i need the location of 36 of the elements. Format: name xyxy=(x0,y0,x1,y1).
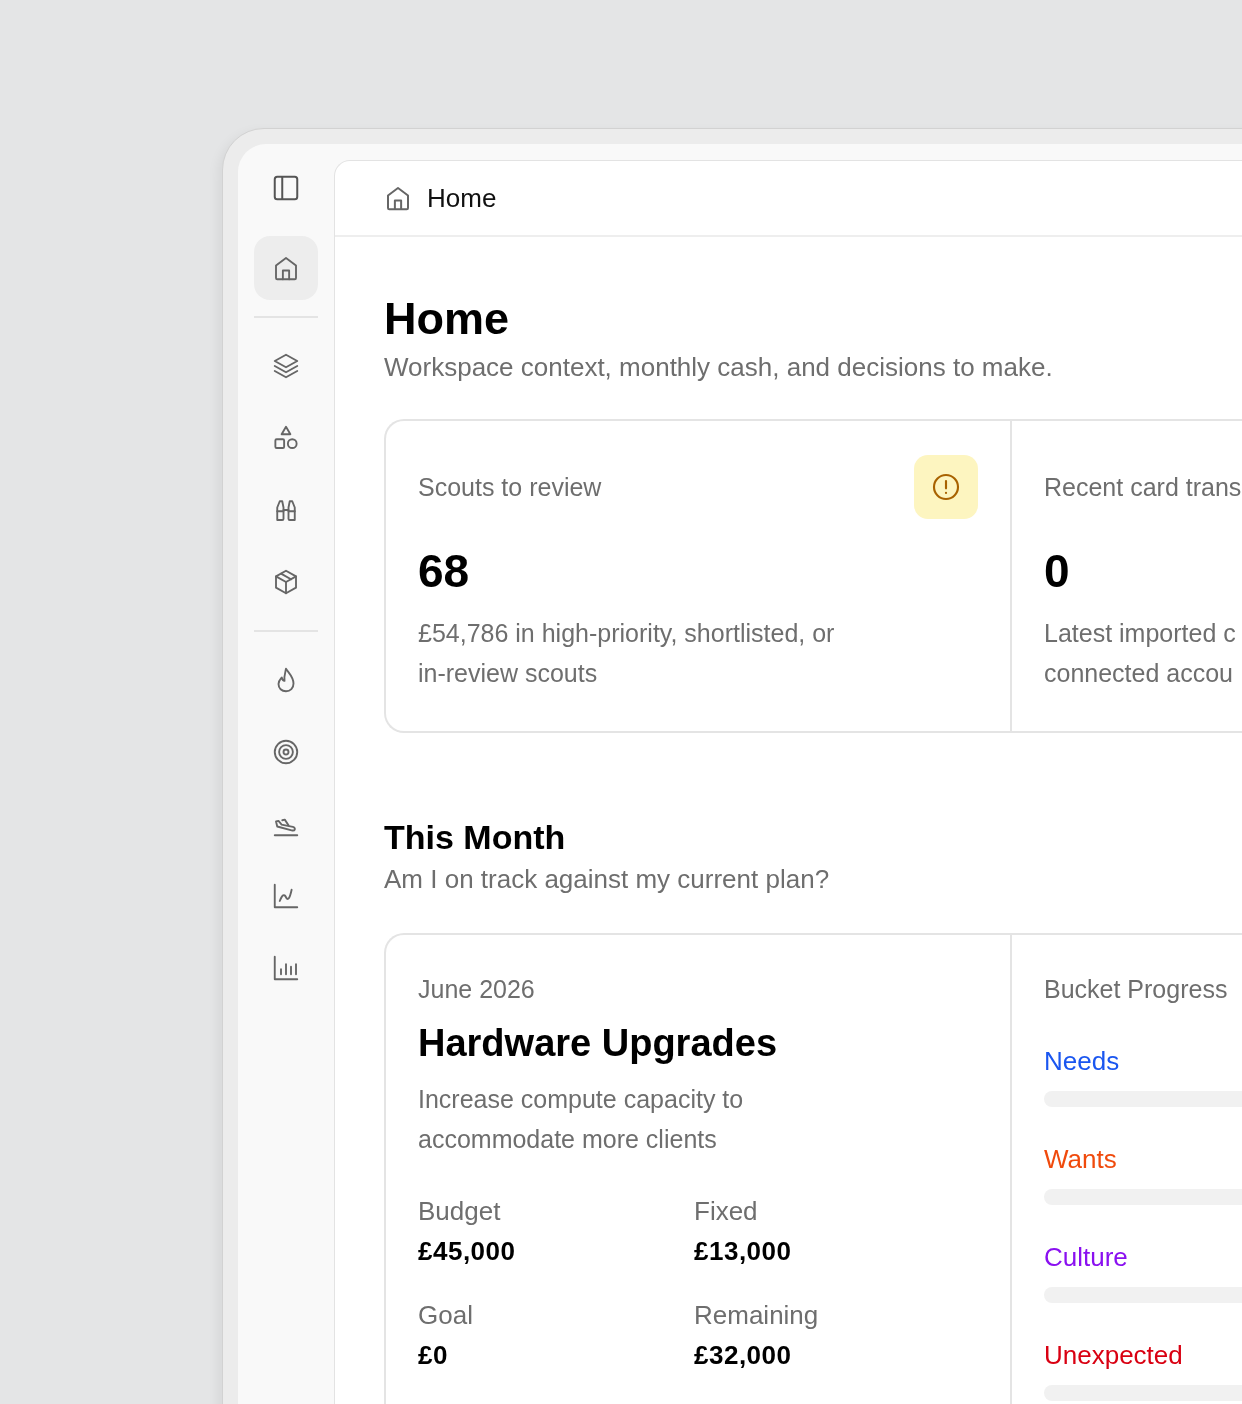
plan-date: June 2026 xyxy=(418,974,536,1005)
stat-value: £45,000 xyxy=(418,1235,517,1268)
stat-label: Budget xyxy=(418,1195,502,1228)
stat-label: Fixed xyxy=(694,1195,759,1228)
metric-description: in-review scouts xyxy=(418,658,599,689)
layers-icon xyxy=(271,351,301,381)
page-subtitle: Workspace context, monthly cash, and decisions to make. xyxy=(384,351,1054,384)
metric-description: £54,786 in high-priority, shortlisted, or xyxy=(418,618,836,649)
bucket-name: Needs xyxy=(1044,1045,1121,1078)
bucket-name: Wants xyxy=(1044,1143,1118,1176)
breadcrumb-link[interactable]: Home xyxy=(427,182,497,214)
metric-value: 68 xyxy=(418,544,471,599)
metric-value: 0 xyxy=(1044,544,1071,599)
target-icon xyxy=(271,737,301,767)
stat-value: £32,000 xyxy=(694,1339,793,1372)
metric-label: Recent card trans xyxy=(1044,472,1242,502)
section-title: This Month xyxy=(384,817,567,858)
buckets-title: Bucket Progress xyxy=(1044,974,1229,1005)
section-subtitle: Am I on track against my current plan? xyxy=(384,863,831,896)
line-chart-icon xyxy=(271,881,301,911)
stat-value: £0 xyxy=(418,1339,449,1372)
plan-description: accommodate more clients xyxy=(418,1124,718,1155)
sidebar-panel-icon xyxy=(271,173,301,203)
stat-value: £13,000 xyxy=(694,1235,793,1268)
metric-description: Latest imported c xyxy=(1044,618,1237,649)
plan-description: Increase compute capacity to xyxy=(418,1084,745,1115)
page-title: Home xyxy=(384,292,511,346)
metric-description: connected accou xyxy=(1044,658,1235,689)
bucket-name: Unexpected xyxy=(1044,1339,1184,1372)
bucket-name: Culture xyxy=(1044,1241,1129,1274)
metric-label: Scouts to review xyxy=(418,472,602,502)
stat-label: Remaining xyxy=(694,1299,820,1332)
bar-chart-icon xyxy=(271,953,301,983)
stat-label: Goal xyxy=(418,1299,474,1332)
plan-title: Hardware Upgrades xyxy=(418,1021,778,1066)
sidebar-item[interactable] xyxy=(254,236,318,300)
